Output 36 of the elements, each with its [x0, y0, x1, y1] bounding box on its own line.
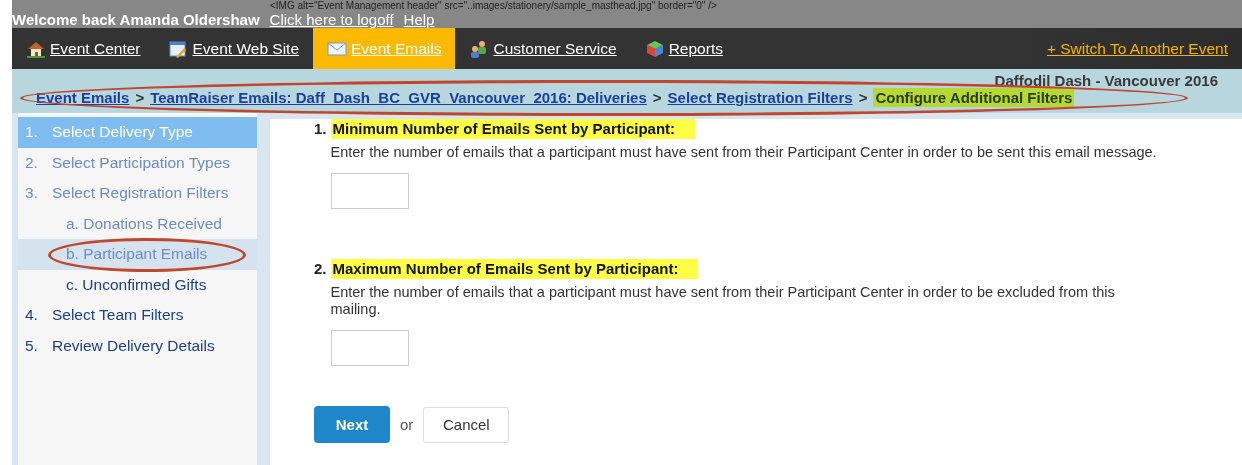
breadcrumb-link[interactable]: Event Emails — [36, 89, 130, 106]
nav-tab[interactable]: Event Web Site — [154, 28, 314, 69]
field-help-text: Enter the number of emails that a participant must have sent from their Participant Center in order to be sent this email message. — [330, 144, 1157, 161]
field-label: Minimum Number of Emails Sent by Participant: — [330, 119, 696, 139]
envelope-icon — [327, 40, 348, 57]
step-item[interactable]: 4. Select Team Filters — [18, 300, 257, 331]
event-name: Daffodil Dash - Vancouver 2016 — [994, 72, 1218, 89]
nav-tab[interactable]: Reports — [630, 28, 737, 69]
nav-tab[interactable]: Customer Service — [455, 28, 631, 69]
step-item[interactable]: 2. Select Participation Types — [18, 147, 257, 178]
header-link[interactable]: Click here to logoff — [269, 11, 394, 28]
step-item[interactable]: 5. Review Delivery Details — [18, 330, 257, 361]
page-pencil-icon — [168, 38, 189, 59]
next-button[interactable]: Next — [314, 406, 390, 443]
breadcrumb-separator: > — [135, 89, 145, 106]
breadcrumb-link[interactable]: Select Registration Filters — [667, 89, 853, 106]
cancel-button[interactable]: Cancel — [423, 406, 510, 443]
header-link[interactable]: Help — [403, 11, 435, 28]
field-help-text: Enter the number of emails that a participant must have sent from their Participant Center in order to be excluded from this mailing. — [330, 284, 1116, 318]
markup-text: <IMG alt="Event Management header" src="..images/stationery/sample_masthead.jpg" border="0" /> — [270, 0, 717, 11]
cube-chart-icon — [644, 38, 665, 59]
or-text: or — [400, 416, 414, 433]
nav-tab[interactable]: Event Center — [12, 28, 155, 69]
breadcrumb-separator: > — [652, 89, 662, 106]
field-label: Maximum Number of Emails Sent by Participant: — [330, 259, 699, 279]
step-item[interactable]: 3. Select Registration Filters — [18, 178, 257, 209]
field-number: 1. — [314, 119, 327, 139]
breadcrumb-link[interactable]: TeamRaiser Emails: Daff_Dash_BC_GVR_Vancouver_2016: Deliveries — [150, 89, 647, 106]
field-number: 2. — [314, 259, 327, 279]
substep-item[interactable]: c. Unconfirmed Gifts — [18, 269, 257, 300]
welcome-text: Welcome back Amanda Oldershaw — [12, 11, 260, 28]
substep-item[interactable]: a. Donations Received — [18, 208, 257, 239]
number-input[interactable] — [330, 173, 409, 209]
number-input[interactable] — [330, 330, 409, 366]
breadcrumb-current: Configure Additional Filters — [873, 88, 1075, 107]
breadcrumb-separator: > — [858, 89, 868, 106]
